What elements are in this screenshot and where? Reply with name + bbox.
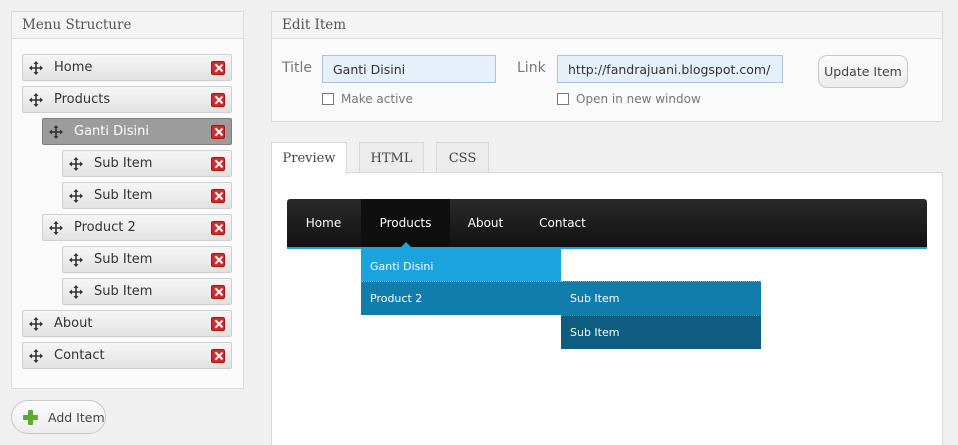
new-window-label: Open in new window <box>576 92 701 106</box>
menu-item-sub-item[interactable]: Sub Item <box>62 182 232 209</box>
link-label: Link <box>517 60 546 76</box>
move-icon[interactable] <box>29 316 43 331</box>
menu-item-home[interactable]: Home <box>22 54 232 81</box>
menu-structure-panel: Menu Structure Home Products Ganti Disin… <box>11 11 244 389</box>
tab-preview[interactable]: Preview <box>271 142 347 174</box>
move-icon[interactable] <box>29 92 43 107</box>
delete-icon[interactable] <box>211 124 225 139</box>
menu-item-sub-item[interactable]: Sub Item <box>62 246 232 273</box>
menu-item-about[interactable]: About <box>22 310 232 337</box>
title-input[interactable] <box>322 55 496 83</box>
menu-item-label: Sub Item <box>94 156 153 171</box>
checkbox-box[interactable] <box>557 93 569 105</box>
move-icon[interactable] <box>69 156 83 171</box>
move-icon[interactable] <box>69 188 83 203</box>
new-window-checkbox[interactable]: Open in new window <box>557 92 701 106</box>
preview-navbar: Home Products About Contact <box>287 199 927 249</box>
menu-item-label: Home <box>54 60 93 75</box>
add-item-label: Add Item <box>48 409 105 425</box>
menu-item-label: Sub Item <box>94 252 153 267</box>
make-active-label: Make active <box>341 92 413 106</box>
delete-icon[interactable] <box>211 316 225 331</box>
menu-item-label: Sub Item <box>94 188 153 203</box>
menu-structure-title: Menu Structure <box>12 12 243 39</box>
move-icon[interactable] <box>49 220 63 235</box>
move-icon[interactable] <box>29 348 43 363</box>
preview-nav-about[interactable]: About <box>450 199 521 247</box>
preview-dropdown-ganti-disini[interactable]: Ganti Disini <box>361 249 561 283</box>
preview-nav-home[interactable]: Home <box>287 199 360 247</box>
delete-icon[interactable] <box>211 92 225 107</box>
move-icon[interactable] <box>69 284 83 299</box>
make-active-checkbox[interactable]: Make active <box>322 92 413 106</box>
add-item-button[interactable]: Add Item <box>11 400 106 434</box>
menu-item-label: Product 2 <box>74 220 136 235</box>
preview-dropdown-product-2[interactable]: Product 2 <box>361 281 561 315</box>
preview-area: Home Products About Contact Ganti Disini… <box>271 172 943 445</box>
menu-item-label: Products <box>54 92 111 107</box>
edit-item-title: Edit Item <box>272 12 942 39</box>
delete-icon[interactable] <box>211 252 225 267</box>
menu-item-label: Contact <box>54 348 105 363</box>
edit-item-panel: Edit Item Title Link Make active Open in… <box>271 11 943 122</box>
checkbox-box[interactable] <box>322 93 334 105</box>
preview-submenu-sub-item[interactable]: Sub Item <box>561 281 761 315</box>
move-icon[interactable] <box>29 60 43 75</box>
menu-item-products[interactable]: Products <box>22 86 232 113</box>
add-icon <box>23 409 38 425</box>
menu-item-product-2[interactable]: Product 2 <box>42 214 232 241</box>
menu-item-ganti-disini[interactable]: Ganti Disini <box>42 118 232 145</box>
delete-icon[interactable] <box>211 220 225 235</box>
delete-icon[interactable] <box>211 348 225 363</box>
preview-submenu-sub-item[interactable]: Sub Item <box>561 315 761 349</box>
preview-nav-products[interactable]: Products <box>361 199 450 249</box>
tab-html[interactable]: HTML <box>359 142 424 173</box>
move-icon[interactable] <box>49 124 63 139</box>
update-item-button[interactable]: Update Item <box>818 55 908 88</box>
delete-icon[interactable] <box>211 60 225 75</box>
menu-item-sub-item[interactable]: Sub Item <box>62 150 232 177</box>
menu-item-label: Ganti Disini <box>74 124 149 139</box>
menu-item-label: About <box>54 316 93 331</box>
preview-nav-contact[interactable]: Contact <box>521 199 604 247</box>
move-icon[interactable] <box>69 252 83 267</box>
delete-icon[interactable] <box>211 188 225 203</box>
menu-item-contact[interactable]: Contact <box>22 342 232 369</box>
menu-item-sub-item[interactable]: Sub Item <box>62 278 232 305</box>
tab-css[interactable]: CSS <box>436 142 489 173</box>
link-input[interactable] <box>557 55 783 83</box>
delete-icon[interactable] <box>211 284 225 299</box>
delete-icon[interactable] <box>211 156 225 171</box>
menu-item-label: Sub Item <box>94 284 153 299</box>
title-label: Title <box>282 60 313 76</box>
